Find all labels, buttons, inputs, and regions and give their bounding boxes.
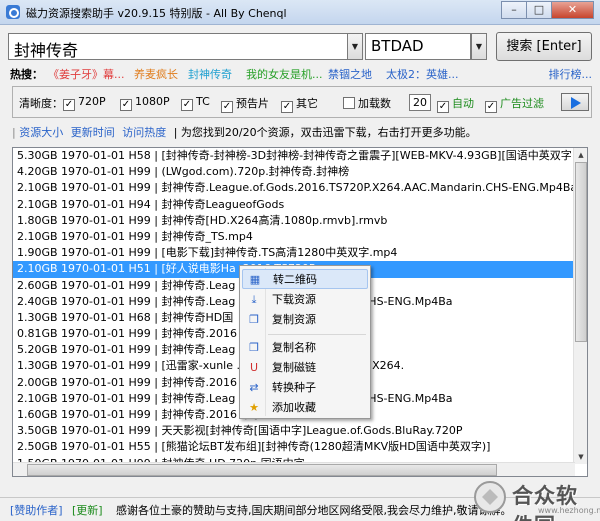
load-count-input[interactable]: 20 bbox=[409, 94, 431, 111]
hot-item[interactable]: 我的女友是机... bbox=[246, 66, 323, 82]
result-count-message: | 为您找到20/20个资源，双击迅雷下载，右击打开更多功能。 bbox=[173, 126, 477, 139]
search-button[interactable]: 搜索 [Enter] bbox=[496, 32, 592, 61]
ad-filter-checkbox[interactable]: ✓ 广告过滤 bbox=[485, 95, 544, 113]
menu-item-download[interactable]: ⤓ 下载资源 bbox=[242, 290, 368, 310]
checkbox-check-icon: ✓ bbox=[120, 99, 132, 111]
menu-separator bbox=[268, 334, 366, 335]
checkbox-check-icon: ✓ bbox=[437, 101, 449, 113]
result-row[interactable]: 4.20GB 1970-01-01 H99 | (LWgod.com).720p… bbox=[13, 164, 575, 180]
result-row[interactable]: 3.50GB 1970-01-01 H99 | 天天影视[封神传奇[国语中字]L… bbox=[13, 423, 575, 439]
result-row[interactable]: 2.50GB 1970-01-01 H55 | [熊猫论坛BT发布组][封神传奇… bbox=[13, 439, 575, 455]
hot-item[interactable]: 养麦疯长 bbox=[134, 66, 178, 82]
app-icon bbox=[6, 5, 20, 19]
sort-by-popularity-link[interactable]: 访问热度 bbox=[122, 126, 166, 139]
menu-item-copy-magnet[interactable]: U 复制磁链 bbox=[242, 358, 368, 378]
qr-code-icon: ▦ bbox=[249, 273, 261, 286]
clarity-label: 清晰度： bbox=[19, 97, 63, 110]
result-row[interactable]: 2.10GB 1970-01-01 H99 | 封神传奇_TS.mp4 bbox=[13, 229, 575, 245]
engine-dropdown-icon[interactable]: ▼ bbox=[471, 33, 487, 60]
title-bar: 磁力资源搜索助手 v20.9.15 特别版 - All By Chenql – … bbox=[0, 0, 600, 25]
load-count-checkbox[interactable]: 加载数 bbox=[343, 95, 391, 111]
horizontal-scroll-thumb[interactable] bbox=[27, 464, 497, 476]
menu-item-add-favorite[interactable]: ★ 添加收藏 bbox=[242, 398, 368, 418]
checkbox-check-icon: ✓ bbox=[181, 99, 193, 111]
result-row[interactable]: 1.90GB 1970-01-01 H99 | [电影下载]封神传奇.TS高清1… bbox=[13, 245, 575, 261]
copy-icon: ❐ bbox=[249, 313, 259, 326]
result-row[interactable]: 5.30GB 1970-01-01 H58 | [封神传奇-封神榜-3D封神榜-… bbox=[13, 148, 575, 164]
window-controls: – □ ✕ bbox=[501, 1, 594, 19]
hot-item[interactable]: 封神传奇 bbox=[188, 66, 232, 82]
search-history-dropdown-icon[interactable]: ▼ bbox=[347, 33, 363, 60]
result-row[interactable]: 2.10GB 1970-01-01 H94 | 封神传奇LeagueofGods bbox=[13, 197, 575, 213]
status-message: 感谢各位土豪的赞助与支持,国庆期间部分地区网络受限,我会尽力维护,敬请谅解。 bbox=[116, 504, 512, 517]
convert-icon: ⇄ bbox=[249, 381, 259, 394]
hot-item[interactable]: 太极2：英雄... bbox=[386, 66, 459, 82]
scroll-up-icon[interactable]: ▲ bbox=[574, 148, 587, 162]
info-row: | 资源大小 更新时间 访问热度 | 为您找到20/20个资源，双击迅雷下载，右… bbox=[12, 126, 477, 139]
play-icon bbox=[571, 97, 581, 109]
checkbox-check-icon: ✓ bbox=[221, 101, 233, 113]
checkbox-check-icon: ✓ bbox=[485, 101, 497, 113]
watermark-url: www.hezhong.net bbox=[538, 506, 600, 515]
hot-search-label: 热搜： bbox=[10, 68, 43, 81]
filter-720p-checkbox[interactable]: ✓ 720P bbox=[63, 95, 106, 111]
download-icon: ⤓ bbox=[251, 293, 257, 306]
vertical-scrollbar[interactable]: ▲ ▼ bbox=[573, 148, 587, 464]
horizontal-scrollbar[interactable] bbox=[13, 462, 575, 476]
minimize-button[interactable]: – bbox=[501, 1, 527, 19]
checkbox-check-icon: ✓ bbox=[63, 99, 75, 111]
sort-by-size-link[interactable]: 资源大小 bbox=[19, 126, 63, 139]
context-menu: ▦ 转二维码 ⤓ 下载资源 ❐ 复制资源 ❐ 复制名称 U 复制磁链 ⇄ 转换种… bbox=[239, 265, 371, 419]
maximize-button[interactable]: □ bbox=[526, 1, 552, 19]
menu-item-copy-name[interactable]: ❐ 复制名称 bbox=[242, 338, 368, 358]
window-title: 磁力资源搜索助手 v20.9.15 特别版 - All By Chenql bbox=[26, 7, 287, 20]
play-button[interactable] bbox=[561, 93, 589, 111]
vertical-scroll-thumb[interactable] bbox=[575, 162, 587, 342]
filter-trailer-checkbox[interactable]: ✓ 预告片 bbox=[221, 95, 269, 113]
result-row[interactable]: 2.10GB 1970-01-01 H99 | 封神传奇.League.of.G… bbox=[13, 180, 575, 196]
result-row[interactable]: 1.80GB 1970-01-01 H99 | 封神传奇[HD.X264高清.1… bbox=[13, 213, 575, 229]
hot-item[interactable]: 禁锢之地 bbox=[328, 66, 372, 82]
engine-select[interactable]: BTDAD bbox=[365, 33, 471, 60]
update-link[interactable]: [更新] bbox=[72, 502, 103, 518]
filter-other-checkbox[interactable]: ✓ 其它 bbox=[281, 95, 318, 113]
watermark-logo-icon bbox=[474, 481, 506, 513]
sort-by-time-link[interactable]: 更新时间 bbox=[71, 126, 115, 139]
menu-item-qr-code[interactable]: ▦ 转二维码 bbox=[242, 269, 368, 289]
scroll-down-icon[interactable]: ▼ bbox=[574, 450, 587, 464]
search-input[interactable]: 封神传奇 bbox=[8, 33, 362, 60]
auto-checkbox[interactable]: ✓ 自动 bbox=[437, 95, 474, 113]
checkbox-check-icon: ✓ bbox=[281, 101, 293, 113]
menu-item-copy-resource[interactable]: ❐ 复制资源 bbox=[242, 310, 368, 330]
filter-tc-checkbox[interactable]: ✓ TC bbox=[181, 95, 210, 111]
favorite-icon: ★ bbox=[249, 401, 259, 414]
copy-name-icon: ❐ bbox=[249, 341, 259, 354]
watermark: 合众软件园 www.hezhong.net bbox=[472, 478, 600, 521]
magnet-icon: U bbox=[249, 361, 259, 374]
menu-item-convert-torrent[interactable]: ⇄ 转换种子 bbox=[242, 378, 368, 398]
hot-item[interactable]: 《姜子牙》幕... bbox=[48, 66, 125, 82]
hot-search-bar: 热搜： 《姜子牙》幕... 养麦疯长 封神传奇 我的女友是机... 禁锢之地 太… bbox=[8, 66, 594, 82]
filter-panel: 清晰度： ✓ 720P ✓ 1080P ✓ TC ✓ 预告片 ✓ 其它 加载数 20 ✓ 自… bbox=[12, 86, 592, 118]
ranking-link[interactable]: 排行榜... bbox=[549, 66, 593, 82]
close-button[interactable]: ✕ bbox=[551, 1, 594, 19]
filter-1080p-checkbox[interactable]: ✓ 1080P bbox=[120, 95, 170, 111]
sponsor-link[interactable]: [赞助作者] bbox=[10, 502, 63, 518]
